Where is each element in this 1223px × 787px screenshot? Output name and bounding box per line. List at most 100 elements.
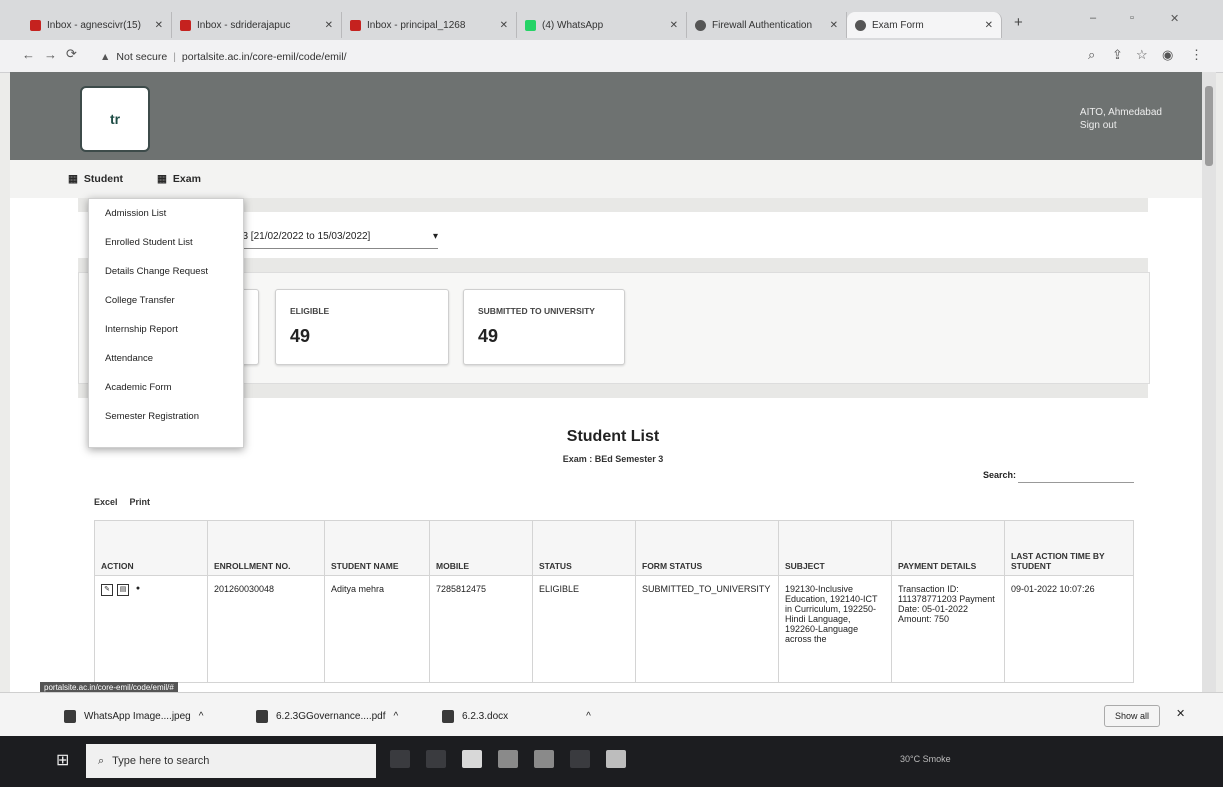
user-info: AITO, Ahmedabad Sign out <box>1080 106 1162 132</box>
tab-inbox-3[interactable]: Inbox - principal_1268 ✕ <box>342 12 517 38</box>
app-icon[interactable] <box>606 750 626 768</box>
stat-submitted: SUBMITTED TO UNIVERSITY 49 <box>463 289 625 365</box>
search-icon[interactable]: ⌕ <box>1088 47 1095 63</box>
close-icon[interactable]: ✕ <box>670 20 678 31</box>
app-icon[interactable] <box>570 750 590 768</box>
window-close-icon[interactable]: ✕ <box>1170 12 1179 25</box>
col-last-action[interactable]: LAST ACTION TIME BY STUDENT <box>1004 520 1134 576</box>
print-button[interactable]: Print <box>128 494 153 510</box>
stat-eligible: ELIGIBLE 49 <box>275 289 449 365</box>
site-logo[interactable]: tr <box>80 86 150 152</box>
chevron-up-icon[interactable]: ^ <box>394 711 399 722</box>
maximize-icon[interactable]: ▫ <box>1130 12 1134 24</box>
table-header-row: ACTION ENROLLMENT NO. STUDENT NAME MOBIL… <box>94 520 1134 576</box>
menu-exam[interactable]: ▦ Exam <box>157 173 201 185</box>
menu-item-academic-form[interactable]: Academic Form <box>89 373 243 402</box>
url-text: portalsite.ac.in/core-emil/code/emil/ <box>181 51 347 63</box>
download-bar: WhatsApp Image....jpeg ^ 6.2.3GGovernanc… <box>0 692 1223 737</box>
file-explorer-icon[interactable] <box>462 750 482 768</box>
close-icon[interactable]: ✕ <box>830 20 838 31</box>
new-tab-icon[interactable]: + <box>1014 14 1023 31</box>
menu-student[interactable]: ▦ Student <box>68 173 123 185</box>
student-table: ACTION ENROLLMENT NO. STUDENT NAME MOBIL… <box>94 520 1134 683</box>
search-icon: ⌕ <box>98 754 105 767</box>
view-icon[interactable]: ● <box>133 584 143 594</box>
back-icon[interactable]: ← <box>22 47 35 62</box>
star-icon[interactable]: ☆ <box>1136 47 1148 63</box>
url-field[interactable]: ▲ Not secure | portalsite.ac.in/core-emi… <box>100 47 347 67</box>
close-download-bar-icon[interactable]: ✕ <box>1176 707 1185 720</box>
menu-item-college-transfer[interactable]: College Transfer <box>89 286 243 315</box>
show-all-button[interactable]: Show all <box>1104 705 1160 727</box>
download-name: 6.2.3.docx <box>462 710 509 722</box>
mail-icon[interactable] <box>534 750 554 768</box>
col-status[interactable]: STATUS <box>532 520 636 576</box>
gmail-icon <box>180 19 191 31</box>
user-location: AITO, Ahmedabad <box>1079 107 1162 118</box>
menu-item-attendance[interactable]: Attendance <box>89 344 243 373</box>
download-item[interactable]: 6.2.3.docx ^ <box>442 705 591 727</box>
table-row: ✎ ▤ ● 201260030048 Aditya mehra 72858124… <box>94 575 1134 683</box>
col-payment[interactable]: PAYMENT DETAILS <box>891 520 1005 576</box>
tab-label: Inbox - principal_1268 <box>367 19 466 31</box>
chevron-up-icon[interactable]: ^ <box>586 711 591 722</box>
edit-icon[interactable]: ✎ <box>101 584 113 596</box>
menu-item-internship-report[interactable]: Internship Report <box>89 315 243 344</box>
page-scrollbar[interactable] <box>1202 72 1216 692</box>
grid-icon: ▦ <box>68 173 78 185</box>
more-icon[interactable]: ⋮ <box>1190 47 1203 63</box>
list-subtitle: Exam : BEd Semester 3 <box>562 454 664 464</box>
download-item[interactable]: 6.2.3GGovernance....pdf ^ <box>256 705 398 727</box>
windows-start-icon[interactable]: ⊞ <box>56 750 69 770</box>
pdf-file-icon <box>256 709 268 723</box>
profile-icon[interactable]: ◉ <box>1162 47 1173 63</box>
menu-item-enrolled-student-list[interactable]: Enrolled Student List <box>89 228 243 257</box>
col-form-status[interactable]: FORM STATUS <box>635 520 779 576</box>
col-action[interactable]: ACTION <box>94 520 208 576</box>
stat-label: SUBMITTED TO UNIVERSITY <box>478 306 595 316</box>
image-file-icon <box>64 709 76 723</box>
tab-label: Exam Form <box>872 19 924 31</box>
excel-button[interactable]: Excel <box>92 494 120 510</box>
weather-text[interactable]: 30°C Smoke <box>900 754 951 764</box>
col-mobile[interactable]: MOBILE <box>429 520 533 576</box>
menu-item-semester-registration[interactable]: Semester Registration <box>89 402 243 431</box>
browser-icon[interactable] <box>426 750 446 768</box>
download-item[interactable]: WhatsApp Image....jpeg ^ <box>64 705 203 727</box>
exam-select[interactable]: ter 3 [21/02/2022 to 15/03/2022] ▾ <box>228 224 438 249</box>
store-icon[interactable] <box>498 750 518 768</box>
reload-icon[interactable]: ⟳ <box>66 46 77 62</box>
status-cell: ELIGIBLE <box>532 575 636 683</box>
chevron-down-icon: ▾ <box>432 230 438 242</box>
minimize-icon[interactable]: – <box>1090 12 1096 24</box>
tab-whatsapp[interactable]: (4) WhatsApp ✕ <box>517 12 687 38</box>
tab-label: (4) WhatsApp <box>542 19 604 31</box>
chevron-up-icon[interactable]: ^ <box>199 711 204 722</box>
forward-icon[interactable]: → <box>44 47 57 62</box>
menu-item-details-change-request[interactable]: Details Change Request <box>89 257 243 286</box>
tab-inbox-2[interactable]: Inbox - sdriderajapuc ✕ <box>172 12 342 38</box>
signout-link[interactable]: Sign out <box>1080 119 1162 132</box>
col-enrollment[interactable]: ENROLLMENT NO. <box>207 520 325 576</box>
tab-exam-form[interactable]: Exam Form ✕ <box>847 12 1002 38</box>
close-icon[interactable]: ✕ <box>325 20 333 31</box>
tab-firewall[interactable]: Firewall Authentication ✕ <box>687 12 847 38</box>
gmail-icon <box>30 19 41 31</box>
close-icon[interactable]: ✕ <box>985 20 993 31</box>
site-header: tr AITO, Ahmedabad Sign out <box>10 72 1202 160</box>
share-icon[interactable]: ⇪ <box>1112 47 1123 63</box>
close-icon[interactable]: ✕ <box>155 20 163 31</box>
taskbar-search[interactable]: ⌕ Type here to search <box>86 744 376 778</box>
document-icon[interactable]: ▤ <box>117 584 129 596</box>
search-input[interactable] <box>1018 464 1134 483</box>
col-subject[interactable]: SUBJECT <box>778 520 892 576</box>
close-icon[interactable]: ✕ <box>500 20 508 31</box>
globe-icon <box>695 19 706 31</box>
menu-item-admission-list[interactable]: Admission List <box>89 199 243 228</box>
scrollbar-thumb[interactable] <box>1205 86 1213 166</box>
menu-label: Exam <box>172 173 201 185</box>
task-view-icon[interactable] <box>390 750 410 768</box>
name-cell: Aditya mehra <box>324 575 430 683</box>
col-student-name[interactable]: STUDENT NAME <box>324 520 430 576</box>
tab-inbox-1[interactable]: Inbox - agnescivr(15) ✕ <box>22 12 172 38</box>
